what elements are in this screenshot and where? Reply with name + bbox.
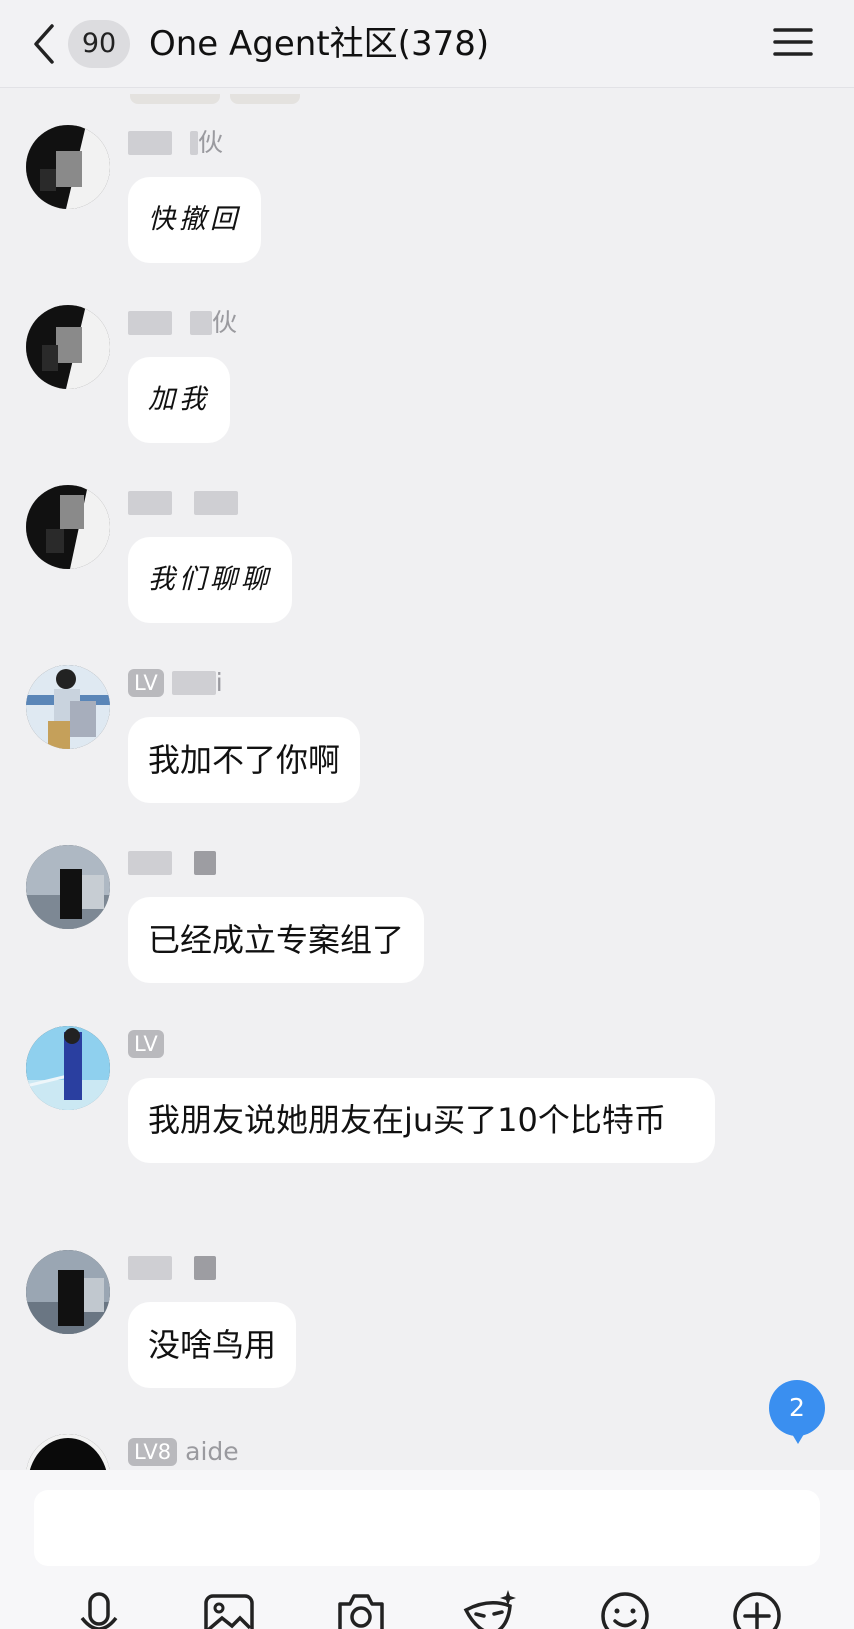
back-chevron-icon[interactable] xyxy=(26,20,62,68)
message-list[interactable]: 伙 快撤回 伙 加我 我们聊聊 LV i 我加不了你啊 已经成立专案组了 LV … xyxy=(0,89,854,1470)
new-message-badge[interactable]: 2 xyxy=(769,1380,825,1444)
group-title: One Agent社区(378) xyxy=(149,24,490,64)
avatar[interactable] xyxy=(26,845,110,929)
microphone-icon[interactable] xyxy=(72,1588,126,1629)
chat-header: 90 One Agent社区(378) xyxy=(0,0,854,88)
image-icon[interactable] xyxy=(202,1588,256,1629)
sender-name: LV8 aide xyxy=(128,1436,239,1466)
avatar[interactable] xyxy=(26,305,110,389)
composer xyxy=(0,1470,854,1629)
level-badge: LV8 xyxy=(128,1438,178,1466)
avatar[interactable] xyxy=(26,1026,110,1110)
mask-icon[interactable] xyxy=(462,1588,516,1629)
avatar[interactable] xyxy=(26,125,110,209)
message-bubble[interactable]: 已经成立专案组了 xyxy=(128,897,425,983)
message-bubble[interactable]: 加我 xyxy=(128,357,230,443)
avatar[interactable] xyxy=(26,665,110,749)
composer-toolbar xyxy=(0,1588,854,1629)
level-badge: LV xyxy=(128,1030,164,1058)
sender-name: LV xyxy=(128,1028,172,1058)
avatar[interactable] xyxy=(26,485,110,569)
plus-icon[interactable] xyxy=(730,1588,784,1629)
sender-name: LV i xyxy=(128,667,223,697)
sender-name: 伙 xyxy=(128,307,237,337)
avatar[interactable] xyxy=(26,1434,110,1470)
avatar[interactable] xyxy=(26,1250,110,1334)
message-bubble[interactable]: 我加不了你啊 xyxy=(128,717,361,803)
sender-name xyxy=(128,847,216,877)
partial-bubble-remnant xyxy=(130,89,310,104)
level-badge: LV xyxy=(128,669,164,697)
message-bubble[interactable]: 我们聊聊 xyxy=(128,537,292,623)
sender-name: 伙 xyxy=(128,127,223,157)
menu-icon[interactable] xyxy=(773,22,813,62)
camera-icon[interactable] xyxy=(334,1588,388,1629)
message-bubble[interactable]: 快撤回 xyxy=(128,177,261,263)
sender-name xyxy=(128,487,238,517)
message-input[interactable] xyxy=(34,1490,820,1566)
sender-name xyxy=(128,1252,216,1282)
unread-count-badge[interactable]: 90 xyxy=(68,20,130,68)
message-bubble[interactable]: 没啥鸟用 xyxy=(128,1302,297,1388)
emoji-icon[interactable] xyxy=(598,1588,652,1629)
message-bubble[interactable]: 我朋友说她朋友在ju买了10个比特币 xyxy=(128,1078,715,1163)
